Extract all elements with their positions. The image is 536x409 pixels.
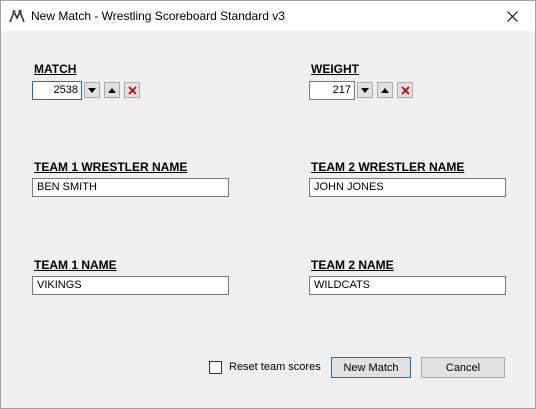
wrestler-logo-icon	[9, 9, 25, 23]
triangle-down-icon	[88, 87, 96, 93]
weight-input[interactable]: 217	[309, 81, 355, 100]
red-x-icon	[127, 85, 137, 95]
team2-name-input[interactable]: WILDCATS	[309, 276, 506, 295]
match-clear-button[interactable]	[124, 82, 140, 98]
weight-decrement-button[interactable]	[357, 82, 373, 98]
close-button[interactable]	[489, 1, 535, 31]
match-increment-button[interactable]	[104, 82, 120, 98]
new-match-button[interactable]: New Match	[331, 357, 411, 378]
weight-clear-button[interactable]	[397, 82, 413, 98]
team1-wrestler-label: TEAM 1 WRESTLER NAME	[34, 160, 188, 174]
title-bar: New Match - Wrestling Scoreboard Standar…	[1, 1, 535, 31]
match-number-input[interactable]: 2538	[32, 81, 82, 100]
team2-wrestler-label: TEAM 2 WRESTLER NAME	[311, 160, 465, 174]
team2-name-label: TEAM 2 NAME	[311, 258, 394, 272]
new-match-dialog: New Match - Wrestling Scoreboard Standar…	[0, 0, 536, 409]
reset-team-scores-label[interactable]: Reset team scores	[229, 361, 321, 373]
match-decrement-button[interactable]	[84, 82, 100, 98]
red-x-icon	[400, 85, 410, 95]
triangle-up-icon	[381, 87, 389, 93]
team2-wrestler-input[interactable]: JOHN JONES	[309, 178, 506, 197]
team1-wrestler-input[interactable]: BEN SMITH	[32, 178, 229, 197]
triangle-up-icon	[108, 87, 116, 93]
match-label: MATCH	[34, 62, 77, 76]
team1-name-input[interactable]: VIKINGS	[32, 276, 229, 295]
triangle-down-icon	[361, 87, 369, 93]
close-icon	[506, 10, 518, 22]
weight-label: WEIGHT	[311, 62, 359, 76]
reset-team-scores-checkbox[interactable]	[209, 361, 222, 374]
window-title: New Match - Wrestling Scoreboard Standar…	[31, 9, 285, 23]
cancel-button[interactable]: Cancel	[421, 357, 505, 378]
weight-increment-button[interactable]	[377, 82, 393, 98]
team1-name-label: TEAM 1 NAME	[34, 258, 117, 272]
